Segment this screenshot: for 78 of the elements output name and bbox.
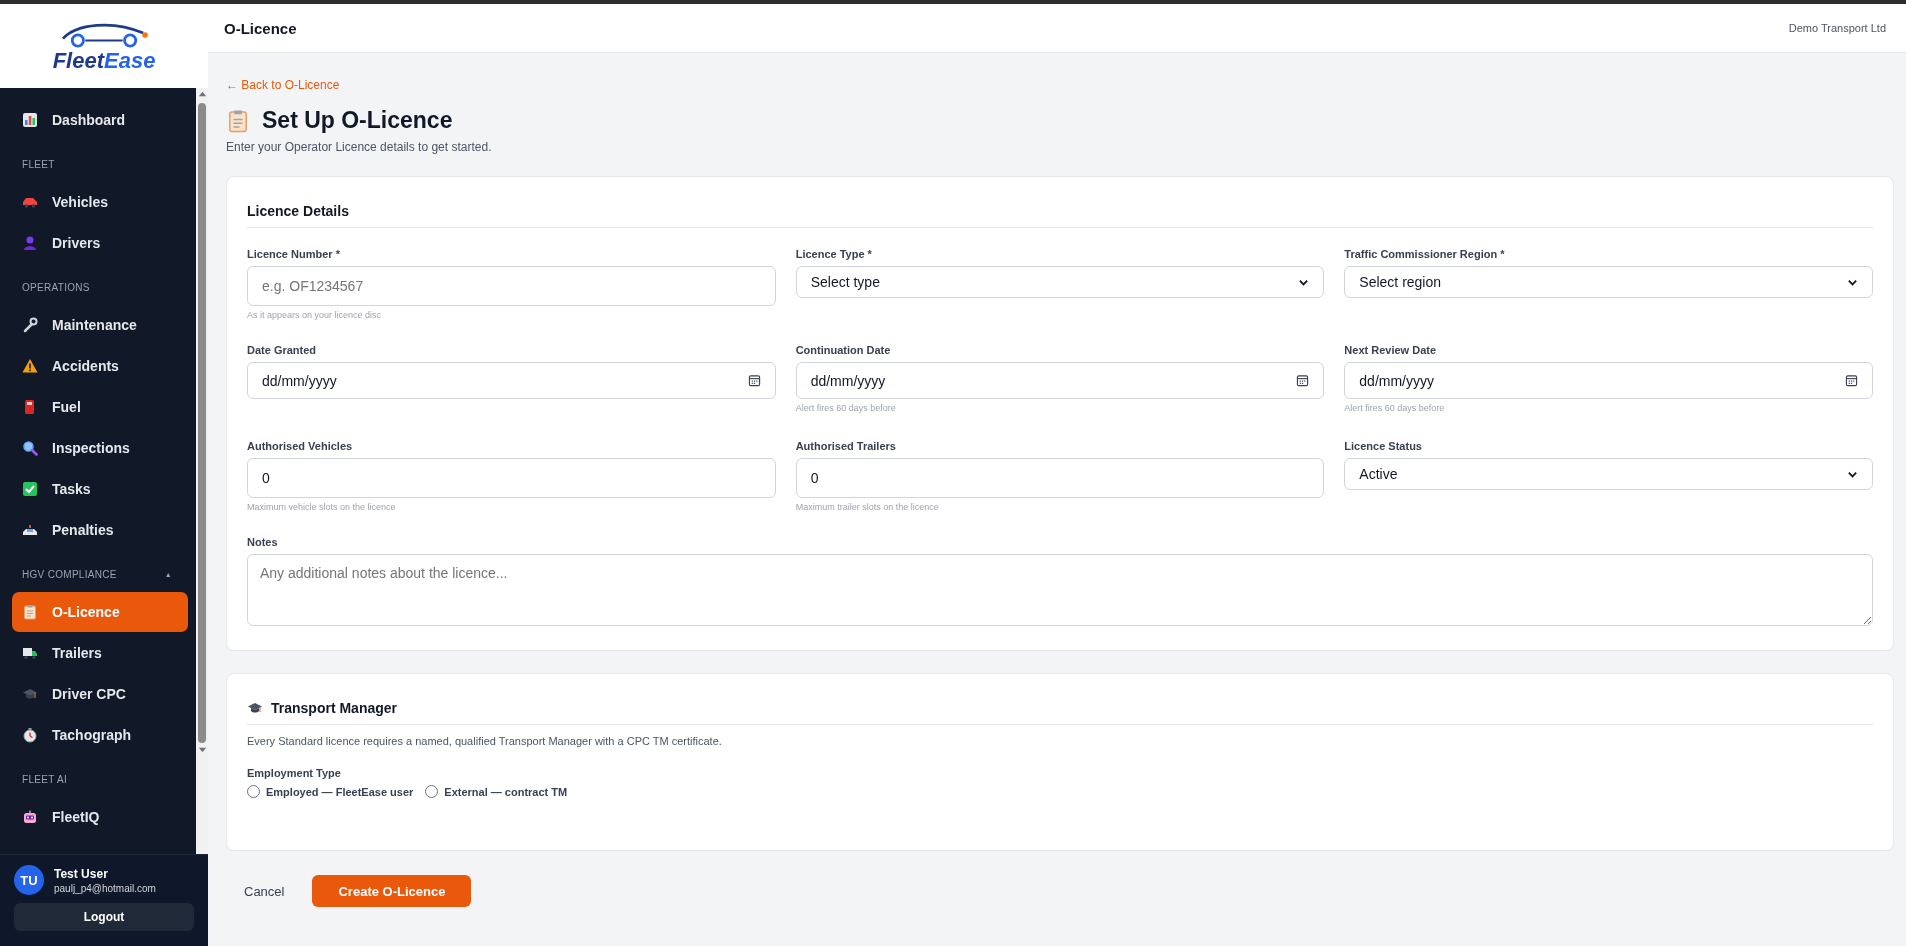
page-header-title: O-Licence — [224, 19, 297, 37]
nav-item[interactable]: Driver CPC — [12, 674, 188, 714]
field-label: Continuation Date — [795, 344, 892, 356]
date-field[interactable]: dd/mm/yyyy — [1344, 362, 1873, 399]
notes-textarea[interactable]: Any additional notes about the licence... — [247, 554, 1873, 626]
clipboard-icon — [226, 108, 250, 133]
field-label: Licence Status — [1344, 440, 1423, 452]
field-hint: Maximum trailer slots on the licence — [795, 502, 940, 512]
scrollbar-track[interactable] — [196, 88, 208, 854]
field-label: Authorised Trailers — [795, 440, 897, 452]
nav-item[interactable]: Vehicles — [12, 182, 188, 222]
cancel-button[interactable]: Cancel — [244, 883, 285, 899]
clipboard-icon — [22, 604, 38, 620]
field-label: Licence Type * — [795, 248, 873, 260]
nav-item[interactable]: Maintenance — [12, 305, 188, 345]
nav-item[interactable]: FleetIQ — [12, 797, 188, 837]
field-label: Notes — [247, 536, 279, 548]
company-name: Demo Transport Ltd — [1788, 22, 1886, 34]
person-icon — [22, 235, 38, 251]
robot-icon — [22, 809, 38, 825]
calendar-icon[interactable] — [747, 374, 761, 387]
nav-item[interactable]: Accidents — [12, 346, 188, 386]
wrench-icon — [22, 317, 38, 333]
radio-option[interactable]: External — contract TM — [425, 785, 568, 798]
truck-icon — [22, 645, 38, 661]
checkbox-icon — [22, 481, 38, 497]
logout-button[interactable]: Logout — [14, 903, 194, 931]
bar-chart-icon — [22, 112, 38, 128]
nav-item[interactable]: Tachograph — [12, 715, 188, 755]
scroll-down-arrow-icon[interactable] — [197, 745, 207, 754]
field-label: Authorised Vehicles — [247, 440, 354, 452]
user-name: Test User — [54, 866, 109, 881]
page-subtitle: Enter your Operator Licence details to get started. — [226, 140, 493, 154]
field-hint: Alert fires 60 days before — [1344, 403, 1446, 413]
section-heading: FLEET — [22, 159, 55, 170]
field-label: Date Granted — [247, 344, 318, 356]
number-field[interactable]: 0 — [247, 458, 776, 498]
select-dropdown[interactable]: Select type — [795, 266, 1325, 298]
calendar-icon[interactable] — [1845, 374, 1858, 387]
section-heading: HGV COMPLIANCE — [22, 569, 117, 580]
warning-icon — [22, 358, 38, 374]
section-heading: FLEET AI — [22, 774, 67, 785]
field-hint: Alert fires 60 days before — [795, 403, 897, 413]
magnifier-icon — [22, 440, 38, 456]
card-title: Transport Manager — [271, 700, 398, 716]
user-email: paulj_p4@hotmail.com — [54, 882, 156, 894]
scroll-up-arrow-icon[interactable] — [197, 90, 207, 99]
nav-item[interactable]: Penalties — [12, 510, 188, 550]
logo-wordmark: FleetEase — [52, 50, 156, 72]
field-label: Next Review Date — [1344, 344, 1438, 356]
field-label: Licence Number * — [247, 248, 341, 260]
section-heading: OPERATIONS — [22, 282, 90, 293]
radio-option[interactable]: Employed — FleetEase user — [247, 785, 414, 798]
input-field[interactable]: e.g. OF1234567 — [247, 266, 776, 306]
select-dropdown[interactable]: Select region — [1344, 266, 1873, 298]
user-avatar: TU — [14, 865, 44, 895]
field-hint: Maximum vehicle slots on the licence — [247, 502, 397, 512]
nav-item[interactable]: Drivers — [12, 223, 188, 263]
nav-item[interactable]: Trailers — [12, 633, 188, 673]
date-field[interactable]: dd/mm/yyyy — [247, 362, 776, 399]
nav-item[interactable]: Tasks — [12, 469, 188, 509]
police-car-icon — [22, 522, 38, 538]
nav-item[interactable]: Fuel — [12, 387, 188, 427]
date-field[interactable]: dd/mm/yyyy — [795, 362, 1325, 399]
nav-item[interactable]: Dashboard — [12, 100, 188, 140]
card-description: Every Standard licence requires a named, qualified Transport Manager with a CPC TM certificate. — [247, 735, 723, 747]
field-label: Traffic Commissioner Region * — [1344, 248, 1506, 260]
field-label: Employment Type — [247, 767, 342, 779]
select-dropdown[interactable]: Active — [1344, 458, 1873, 490]
nav-item[interactable]: O-Licence — [12, 592, 188, 632]
field-hint: As it appears on your licence disc — [247, 310, 383, 320]
create-button[interactable]: Create O-Licence — [312, 875, 472, 907]
nav-item[interactable]: Inspections — [12, 428, 188, 468]
stopwatch-icon — [22, 727, 38, 743]
calendar-icon[interactable] — [1296, 374, 1310, 387]
card-title: Licence Details — [247, 203, 1873, 228]
page-title: Set Up O-Licence — [262, 107, 453, 134]
number-field[interactable]: 0 — [795, 458, 1325, 498]
